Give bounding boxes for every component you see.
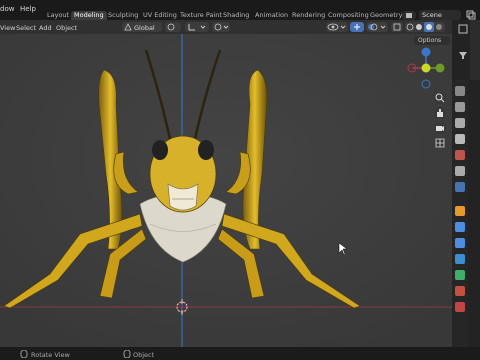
- camera-view-button[interactable]: [434, 122, 446, 134]
- 3d-viewport[interactable]: Options: [0, 34, 452, 347]
- right-eye: [198, 140, 214, 160]
- status-rotate-view: Rotate View: [31, 351, 70, 359]
- status-object: Object: [133, 351, 155, 359]
- properties-tabs: [452, 80, 468, 347]
- scene-name-field[interactable]: Scene: [419, 10, 461, 20]
- tab-sculpting[interactable]: Sculpting: [105, 11, 141, 20]
- outliner-panel: [470, 20, 480, 80]
- options-dropdown[interactable]: Options: [414, 36, 450, 45]
- physics-tab-icon[interactable]: [455, 238, 465, 248]
- scene-render: [0, 34, 452, 347]
- modifier-tab-icon[interactable]: [455, 206, 465, 216]
- magnifier-icon: [435, 93, 445, 103]
- tab-layout[interactable]: Layout: [44, 11, 72, 20]
- snap-icon: [188, 24, 206, 31]
- pivot-point-button[interactable]: [165, 22, 181, 32]
- snap-button[interactable]: [185, 22, 209, 32]
- copy-icon[interactable]: [466, 10, 476, 20]
- gizmo-toggle-button[interactable]: [350, 22, 364, 32]
- menu-add[interactable]: Add: [39, 24, 52, 32]
- overlays-icon: [368, 23, 386, 31]
- orientation-icon: [124, 23, 132, 31]
- output-tab-icon[interactable]: [455, 118, 465, 128]
- left-eye: [152, 140, 168, 160]
- constraints-tab-icon[interactable]: [455, 254, 465, 264]
- camera-icon: [436, 126, 444, 131]
- pivot-icon: [167, 23, 175, 31]
- navigation-gizmo[interactable]: [404, 46, 448, 90]
- overlays-button[interactable]: [366, 22, 388, 32]
- menu-view[interactable]: View: [0, 24, 15, 32]
- eye-icon: [327, 23, 346, 31]
- proportional-editing-button[interactable]: [212, 22, 230, 32]
- tab-uv-editing[interactable]: UV Editing: [140, 11, 180, 20]
- tab-animation[interactable]: Animation: [252, 11, 291, 20]
- scene-tab-icon[interactable]: [455, 150, 465, 160]
- proportional-icon: [214, 23, 229, 31]
- view-layer-tab-icon[interactable]: [455, 134, 465, 144]
- object-tab-icon[interactable]: [455, 182, 465, 192]
- xray-icon: [393, 23, 401, 31]
- xray-button[interactable]: [391, 22, 403, 32]
- render-tab-icon[interactable]: [455, 102, 465, 112]
- menu-help[interactable]: Help: [20, 5, 36, 13]
- tab-rendering[interactable]: Rendering: [289, 11, 328, 20]
- material-tab-icon[interactable]: [455, 286, 465, 296]
- zoom-button[interactable]: [434, 92, 446, 104]
- mouse-icon-2: [123, 350, 131, 358]
- visibility-button[interactable]: [326, 22, 348, 32]
- menu-select[interactable]: Select: [16, 24, 36, 32]
- hand-icon: [437, 109, 443, 117]
- axis-gizmo-icon: [407, 47, 445, 89]
- viewport-header: View Select Add Object Global: [0, 20, 452, 34]
- status-bar: Rotate View Object: [0, 347, 480, 360]
- filter-icon[interactable]: [458, 50, 468, 60]
- perspective-toggle-button[interactable]: [434, 137, 446, 149]
- scene-selector-button[interactable]: [402, 11, 416, 20]
- tab-compositing[interactable]: Compositing: [325, 11, 372, 20]
- mouse-icon: [20, 350, 28, 358]
- gizmo-icon: [354, 24, 360, 30]
- outliner-icon[interactable]: [458, 24, 468, 34]
- scene-icon: [406, 13, 412, 18]
- shading-icons: [406, 22, 442, 32]
- tool-tab-icon[interactable]: [455, 86, 465, 96]
- grid-icon: [435, 138, 445, 148]
- tab-modeling[interactable]: Modeling: [71, 11, 107, 20]
- pan-button[interactable]: [434, 107, 446, 119]
- shading-mode-buttons[interactable]: [405, 22, 445, 32]
- particles-tab-icon[interactable]: [455, 222, 465, 232]
- transform-orientation-dropdown[interactable]: Global: [122, 22, 162, 32]
- tab-texture-paint[interactable]: Texture Paint: [177, 11, 225, 20]
- menu-object[interactable]: Object: [56, 24, 77, 32]
- texture-tab-icon[interactable]: [455, 302, 465, 312]
- world-tab-icon[interactable]: [455, 166, 465, 176]
- tab-shading[interactable]: Shading: [220, 11, 252, 20]
- top-bar: dow Help Layout Modeling Sculpting UV Ed…: [0, 0, 480, 20]
- menu-window[interactable]: dow: [0, 5, 14, 13]
- data-tab-icon[interactable]: [455, 270, 465, 280]
